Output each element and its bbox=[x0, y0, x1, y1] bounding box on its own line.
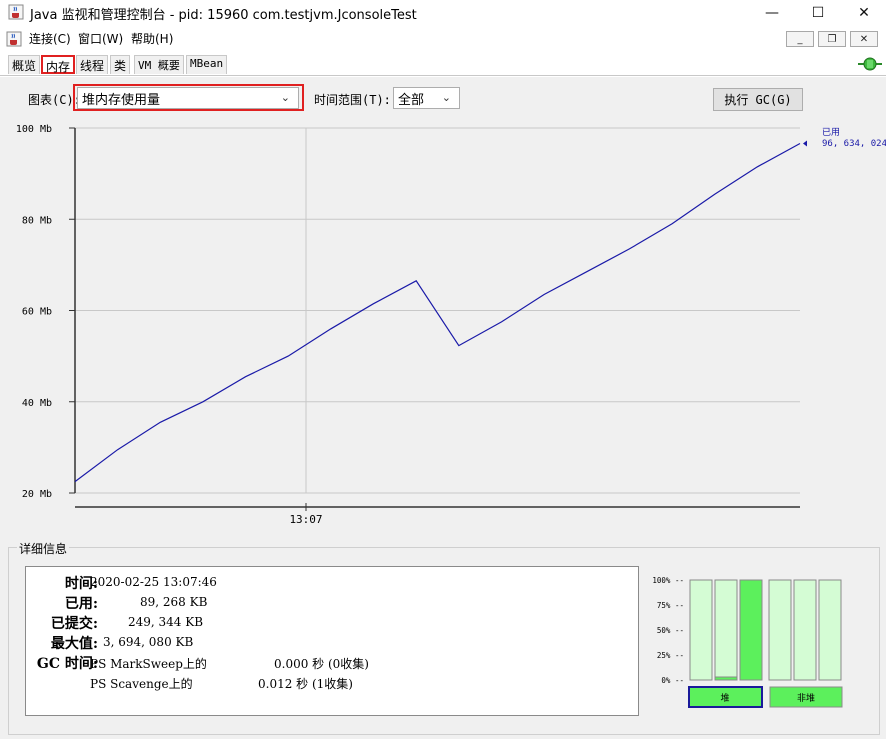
tab-memory[interactable]: 内存 bbox=[41, 55, 76, 74]
tab-classes[interactable]: 类 bbox=[110, 55, 131, 74]
y-tick-label: 40 Mb bbox=[22, 398, 52, 409]
time-range-value: 全部 bbox=[398, 92, 425, 108]
detail-key-time: 时间: bbox=[64, 576, 98, 592]
legend-label: 已用 bbox=[822, 127, 840, 138]
range-label: 时间范围(T): bbox=[314, 93, 391, 107]
memory-pool-bars: 100% -- 75% -- 50% -- 25% -- 0% -- 堆 非堆 bbox=[652, 576, 843, 708]
menu-window[interactable]: 窗口(W) bbox=[78, 30, 123, 47]
close-button[interactable]: ✕ bbox=[842, 0, 886, 26]
java-cup-icon[interactable] bbox=[6, 31, 22, 47]
heap-pool-bar[interactable] bbox=[714, 579, 738, 681]
tab-overview[interactable]: 概览 bbox=[8, 55, 41, 74]
heap-button-label: 堆 bbox=[720, 693, 729, 704]
connection-status-icon bbox=[858, 57, 882, 71]
pool-tick-label: 0% -- bbox=[661, 676, 684, 685]
menu-connect[interactable]: 连接(C) bbox=[29, 30, 71, 47]
heap-pool-fill bbox=[714, 676, 738, 681]
mdi-restore-button[interactable]: ❐ bbox=[818, 31, 846, 47]
gc-collector-scavenge: PS Scavenge上的 bbox=[90, 677, 193, 691]
chart-select-value: 堆内存使用量 bbox=[82, 92, 161, 108]
detail-value-time: 2020-02-25 13:07:46 bbox=[90, 575, 217, 589]
detail-value-committed: 249, 344 KB bbox=[128, 615, 204, 629]
nonheap-pool-bar[interactable] bbox=[793, 579, 817, 681]
tab-bar bbox=[0, 52, 886, 76]
current-value-marker bbox=[803, 140, 807, 147]
pool-tick-label: 50% -- bbox=[657, 626, 684, 635]
maximize-button[interactable]: ☐ bbox=[796, 0, 840, 26]
heap-pool-bar[interactable] bbox=[689, 579, 713, 681]
gc-collector-marksweep: PS MarkSweep上的 bbox=[90, 657, 207, 671]
x-tick-label: 13:07 bbox=[289, 513, 322, 526]
tab-threads[interactable]: 线程 bbox=[76, 55, 109, 74]
tab-mbeans[interactable]: MBean bbox=[186, 55, 228, 74]
window-title: Java 监视和管理控制台 - pid: 15960 com.testjvm.J… bbox=[30, 8, 417, 23]
menu-help[interactable]: 帮助(H) bbox=[131, 30, 173, 47]
mdi-close-button[interactable]: ✕ bbox=[850, 31, 878, 47]
heap-memory-chart: 100 Mb 80 Mb 60 Mb 40 Mb 20 Mb 13:07 已用 96, … bbox=[16, 124, 886, 526]
java-cup-icon bbox=[8, 4, 24, 20]
y-tick-label: 20 Mb bbox=[22, 489, 52, 500]
heap-pool-fill bbox=[739, 579, 763, 681]
details-title: 详细信息 bbox=[17, 540, 70, 557]
chevron-down-icon: ⌄ bbox=[441, 91, 451, 104]
y-tick-label: 100 Mb bbox=[16, 124, 52, 135]
nonheap-pool-bar[interactable] bbox=[768, 579, 792, 681]
y-tick-label: 80 Mb bbox=[22, 215, 52, 226]
detail-key-gc-time: GC 时间: bbox=[36, 656, 98, 672]
time-range-select[interactable]: 全部 ⌄ bbox=[393, 87, 460, 109]
tab-vm-summary[interactable]: VM 概要 bbox=[134, 55, 184, 74]
pool-tick-label: 25% -- bbox=[657, 651, 684, 660]
chart-select[interactable]: 堆内存使用量 ⌄ bbox=[77, 87, 299, 109]
chevron-down-icon: ⌄ bbox=[280, 91, 290, 104]
gc-time-marksweep: 0.000 秒 (0收集) bbox=[274, 657, 369, 671]
gc-time-scavenge: 0.012 秒 (1收集) bbox=[258, 677, 353, 691]
nonheap-button-label: 非堆 bbox=[797, 692, 815, 704]
y-tick-label: 60 Mb bbox=[22, 307, 52, 318]
legend-value: 96, 634, 024 bbox=[822, 139, 886, 149]
detail-key-committed: 已提交: bbox=[50, 616, 98, 632]
nonheap-pool-bar[interactable] bbox=[818, 579, 842, 681]
detail-key-used: 已用: bbox=[64, 596, 98, 612]
mdi-minimize-button[interactable]: _ bbox=[786, 31, 814, 47]
minimize-button[interactable]: — bbox=[750, 0, 794, 26]
pool-tick-label: 75% -- bbox=[657, 601, 684, 610]
pool-tick-label: 100% -- bbox=[652, 576, 684, 585]
perform-gc-button[interactable]: 执行 GC(G) bbox=[713, 88, 803, 111]
detail-value-max: 3, 694, 080 KB bbox=[103, 635, 194, 649]
details-box: 时间: 2020-02-25 13:07:46 已用: 89, 268 KB 已… bbox=[25, 566, 639, 716]
detail-key-max: 最大值: bbox=[50, 636, 98, 652]
detail-value-used: 89, 268 KB bbox=[140, 595, 208, 609]
